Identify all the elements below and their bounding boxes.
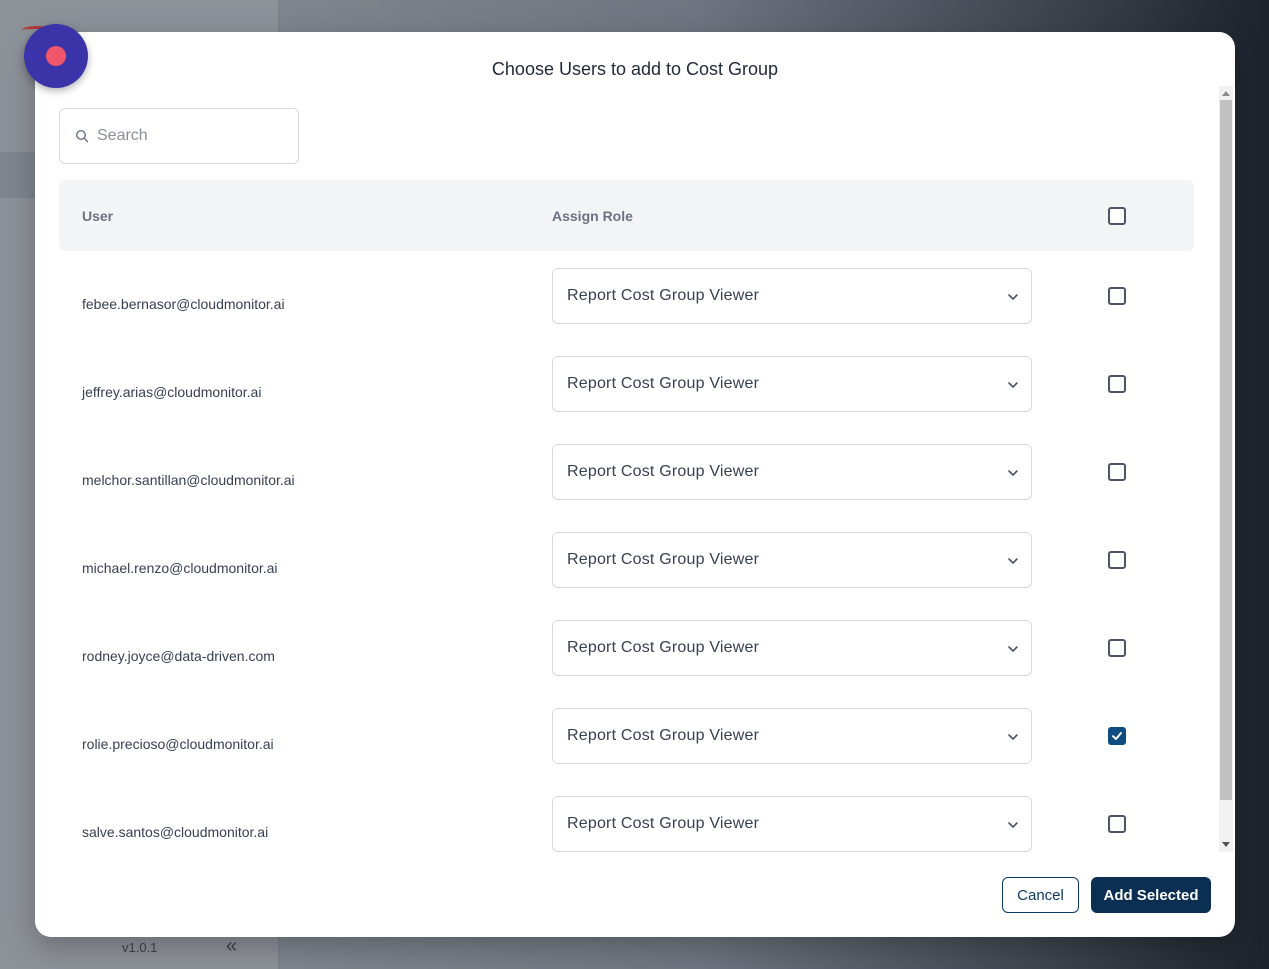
chevron-down-icon	[1008, 294, 1018, 300]
role-select-value: Report Cost Group Viewer	[567, 639, 760, 656]
table-row: rolie.precioso@cloudmonitor.ai Report Cos…	[59, 708, 1194, 796]
search-icon	[75, 129, 89, 143]
search-input[interactable]	[97, 127, 277, 145]
scroll-down-arrow[interactable]	[1222, 842, 1230, 847]
chevron-down-icon	[1008, 382, 1018, 388]
chevron-down-icon	[1008, 646, 1018, 652]
role-select[interactable]: Report Cost Group Viewer	[552, 356, 1032, 412]
user-email: jeffrey.arias@cloudmonitor.ai	[82, 384, 262, 400]
scroll-up-arrow[interactable]	[1222, 91, 1230, 96]
chevron-down-icon	[1008, 470, 1018, 476]
choose-users-modal: Choose Users to add to Cost Group User A…	[35, 32, 1235, 937]
app-version: v1.0.1	[122, 940, 158, 955]
row-select-checkbox[interactable]	[1108, 551, 1126, 569]
table-row: febee.bernasor@cloudmonitor.ai Report Cos…	[59, 268, 1194, 356]
role-select[interactable]: Report Cost Group Viewer	[552, 620, 1032, 676]
row-select-checkbox[interactable]	[1108, 463, 1126, 481]
collapse-sidebar-icon[interactable]: «	[226, 935, 237, 958]
role-select[interactable]: Report Cost Group Viewer	[552, 268, 1032, 324]
check-icon	[1112, 732, 1122, 740]
search-box[interactable]	[59, 108, 299, 164]
table-row: michael.renzo@cloudmonitor.ai Report Cost…	[59, 532, 1194, 620]
column-header-user: User	[82, 208, 114, 224]
table-header: User Assign Role	[59, 180, 1194, 251]
user-email: melchor.santillan@cloudmonitor.ai	[82, 472, 295, 488]
column-header-assign-role: Assign Role	[552, 208, 633, 224]
table-row: salve.santos@cloudmonitor.ai Report Cost …	[59, 796, 1194, 860]
user-email: rodney.joyce@data-driven.com	[82, 648, 275, 664]
role-select-value: Report Cost Group Viewer	[567, 463, 760, 480]
chevron-down-icon	[1008, 822, 1018, 828]
role-select-value: Report Cost Group Viewer	[567, 551, 760, 568]
user-email: rolie.precioso@cloudmonitor.ai	[82, 736, 274, 752]
role-select[interactable]: Report Cost Group Viewer	[552, 532, 1032, 588]
add-selected-button[interactable]: Add Selected	[1091, 877, 1211, 913]
background-active-item	[0, 152, 40, 198]
chevron-down-icon	[1008, 558, 1018, 564]
role-select-value: Report Cost Group Viewer	[567, 815, 760, 832]
table-row: rodney.joyce@data-driven.com Report Cost …	[59, 620, 1194, 708]
role-select[interactable]: Report Cost Group Viewer	[552, 444, 1032, 500]
chevron-down-icon	[1008, 734, 1018, 740]
role-select[interactable]: Report Cost Group Viewer	[552, 796, 1032, 852]
user-email: salve.santos@cloudmonitor.ai	[82, 824, 269, 840]
row-select-checkbox[interactable]	[1108, 639, 1126, 657]
select-all-checkbox[interactable]	[1108, 207, 1126, 225]
user-email: febee.bernasor@cloudmonitor.ai	[82, 296, 285, 312]
role-select-value: Report Cost Group Viewer	[567, 727, 760, 744]
table-row: jeffrey.arias@cloudmonitor.ai Report Cost…	[59, 356, 1194, 444]
modal-title: Choose Users to add to Cost Group	[491, 59, 779, 79]
cancel-button[interactable]: Cancel	[1002, 877, 1079, 913]
table-row: melchor.santillan@cloudmonitor.ai Report …	[59, 444, 1194, 532]
row-select-checkbox[interactable]	[1108, 815, 1126, 833]
scrollbar[interactable]	[1219, 86, 1233, 852]
row-select-checkbox[interactable]	[1108, 375, 1126, 393]
role-select[interactable]: Report Cost Group Viewer	[552, 708, 1032, 764]
user-email: michael.renzo@cloudmonitor.ai	[82, 560, 278, 576]
users-table: User Assign Role febee.bernasor@cloudmon…	[59, 180, 1194, 860]
record-button[interactable]	[24, 24, 88, 88]
scroll-thumb[interactable]	[1220, 100, 1232, 800]
row-select-checkbox[interactable]	[1108, 727, 1126, 745]
role-select-value: Report Cost Group Viewer	[567, 287, 760, 304]
row-select-checkbox[interactable]	[1108, 287, 1126, 305]
role-select-value: Report Cost Group Viewer	[567, 375, 760, 392]
record-icon	[46, 46, 66, 66]
